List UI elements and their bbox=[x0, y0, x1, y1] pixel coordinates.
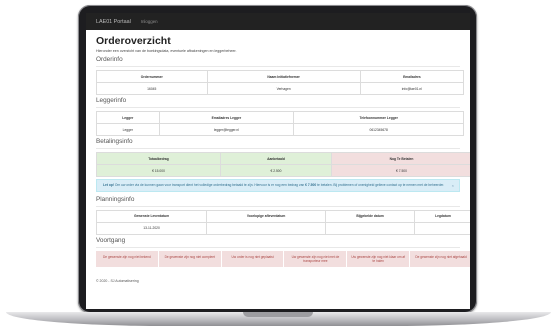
table-row: 16045 Verhagen info@lae01.nl bbox=[96, 82, 465, 95]
alert-text-1: Om uw order via de kunnen gaan voor tran… bbox=[114, 183, 305, 187]
table-row: Legger legger@legger.nl 0612345678 bbox=[96, 123, 464, 136]
table-cell bbox=[325, 221, 416, 235]
progress-step: De gewenste zijn nog niet bekend bbox=[96, 250, 159, 268]
table-header: Naam Initiatiefnemer bbox=[206, 70, 361, 83]
laptop-screen: LAE01 Portaal Inloggen Orderoverzicht Hi… bbox=[86, 13, 470, 309]
table-header: Bijgebelde datum bbox=[325, 209, 416, 223]
progress-step: Uw gewenste zijn nog niet klaar om af te… bbox=[347, 250, 411, 268]
table-row: € 15.000 € 2.500 € 7.500 bbox=[96, 164, 470, 177]
table-header: Legger bbox=[96, 111, 160, 124]
divider bbox=[96, 246, 460, 248]
progress-step: De gewenste zijn nog niet compleet bbox=[158, 250, 222, 268]
table-cell: Legger bbox=[96, 123, 160, 136]
alert-text-2: te betalen. Bij problemen of onenigheid … bbox=[317, 183, 445, 187]
leggerinfo-table: Legger Emailadres Legger Telefoonnummer … bbox=[96, 111, 464, 136]
table-cell: 13-11-2020 bbox=[95, 221, 208, 235]
table-header: Nog Te Betalen bbox=[330, 152, 470, 165]
nav-login-link[interactable]: Inloggen bbox=[141, 19, 158, 24]
divider bbox=[96, 148, 460, 149]
table-header: Emailadres Legger bbox=[158, 111, 295, 124]
leggerinfo-heading: Leggerinfo bbox=[96, 97, 127, 104]
betalingsinfo-table: Totaalbedrag Aanbetaald Nog Te Betalen €… bbox=[96, 152, 470, 177]
table-header: Legdatum bbox=[414, 209, 470, 223]
progress-step: De gewenste zijn nog niet afgehaald bbox=[410, 250, 470, 268]
table-header-row: Gewenste Leverdatum Voorlopige afleverda… bbox=[95, 209, 470, 223]
table-cell: € 7.500 bbox=[330, 164, 470, 177]
table-cell: 0612345678 bbox=[293, 123, 464, 136]
table-header: Emailadres bbox=[359, 70, 465, 83]
close-icon[interactable]: × bbox=[452, 183, 454, 189]
divider bbox=[96, 107, 460, 108]
brand-link[interactable]: LAE01 Portaal bbox=[96, 19, 131, 25]
voortgang-heading: Voortgang bbox=[96, 236, 126, 244]
divider bbox=[96, 66, 460, 67]
table-cell bbox=[414, 221, 470, 235]
planninginfo-table: Gewenste Leverdatum Voorlopige afleverda… bbox=[95, 209, 470, 235]
table-cell: € 2.500 bbox=[220, 164, 332, 177]
progress-step: Uw order is nog niet geplaatst bbox=[221, 250, 285, 268]
planninginfo-heading: Planningsinfo bbox=[96, 195, 135, 203]
progress-step: Uw gewenste zijn nog niet met de transpo… bbox=[284, 250, 348, 268]
table-header: Totaalbedrag bbox=[96, 152, 221, 165]
table-header: Gewenste Leverdatum bbox=[95, 209, 208, 223]
table-cell: info@lae01.nl bbox=[359, 82, 465, 95]
laptop-notch bbox=[243, 312, 313, 317]
footer: © 2020 - SJ Automatisering bbox=[96, 279, 139, 284]
progress-steps: De gewenste zijn nog niet bekend De gewe… bbox=[96, 250, 470, 268]
table-header-row: Ordernummer Naam Initiatiefnemer Emailad… bbox=[96, 70, 465, 83]
orderinfo-table: Ordernummer Naam Initiatiefnemer Emailad… bbox=[96, 70, 465, 95]
main-content: Orderoverzicht Hieronder een overzicht v… bbox=[86, 30, 470, 283]
table-cell: Verhagen bbox=[206, 82, 361, 95]
orderinfo-heading: Orderinfo bbox=[96, 56, 123, 63]
table-header: Ordernummer bbox=[96, 70, 208, 83]
table-header-row: Totaalbedrag Aanbetaald Nog Te Betalen bbox=[96, 152, 470, 165]
alert-bold: Let op! bbox=[103, 183, 114, 187]
navbar: LAE01 Portaal Inloggen bbox=[86, 13, 470, 30]
betalingsinfo-heading: Betalingsinfo bbox=[96, 138, 133, 145]
table-header: Telefoonnummer Legger bbox=[293, 111, 464, 124]
table-cell bbox=[206, 221, 327, 235]
payment-alert: Let op! Om uw order via de kunnen gaan v… bbox=[96, 179, 460, 192]
alert-amount: € 7.500 bbox=[305, 183, 317, 187]
table-header-row: Legger Emailadres Legger Telefoonnummer … bbox=[96, 111, 464, 124]
table-row: 13-11-2020 bbox=[95, 221, 470, 235]
divider bbox=[96, 205, 460, 207]
table-cell: € 15.000 bbox=[96, 164, 221, 177]
page-intro: Hieronder een overzicht van de boekingsd… bbox=[96, 49, 237, 53]
table-cell: legger@legger.nl bbox=[158, 123, 295, 136]
table-header: Voorlopige afleverdatum bbox=[206, 209, 327, 223]
table-cell: 16045 bbox=[96, 82, 208, 95]
table-header: Aanbetaald bbox=[220, 152, 332, 165]
page-title: Orderoverzicht bbox=[96, 35, 171, 47]
